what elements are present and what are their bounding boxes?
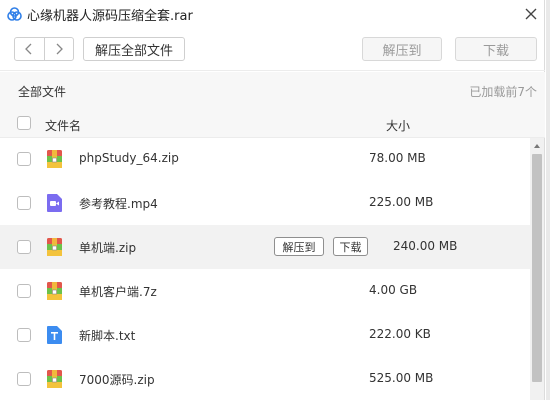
window-edge [546, 0, 550, 400]
window-title: 心缘机器人源码压缩全套.rar [27, 9, 193, 24]
archive-icon [47, 150, 62, 168]
file-name: 单机端.zip [79, 241, 137, 255]
row-extract-to-button[interactable]: 解压到 [274, 237, 324, 256]
column-header-size[interactable]: 大小 [386, 117, 410, 134]
caret-up-icon [534, 144, 540, 148]
table-row[interactable]: 新脚本.txt 222.00 KB [0, 313, 530, 357]
toolbar-divider [0, 70, 545, 71]
table-row[interactable]: 单机端.zip 解压到 下载 240.00 MB [0, 225, 530, 269]
file-name: 7000源码.zip [79, 373, 155, 387]
text-file-icon [47, 326, 62, 344]
scroll-thumb[interactable] [532, 154, 542, 382]
row-checkbox[interactable] [17, 284, 31, 298]
toolbar: 解压全部文件 解压到 下载 [0, 34, 545, 64]
table-header: 文件名 大小 [0, 108, 545, 138]
table-row[interactable]: 单机客户端.7z 4.00 GB [0, 269, 530, 313]
file-list: phpStudy_64.zip 78.00 MB 参考教程.mp4 225.00… [0, 137, 530, 400]
archive-icon [47, 238, 62, 256]
file-size: 240.00 MB [393, 239, 458, 253]
file-size: 525.00 MB [369, 371, 434, 385]
file-name: 新脚本.txt [79, 329, 136, 343]
row-checkbox[interactable] [17, 328, 31, 342]
title-bar: 心缘机器人源码压缩全套.rar [0, 0, 545, 28]
row-checkbox[interactable] [17, 372, 31, 386]
close-icon[interactable] [522, 5, 540, 23]
archive-icon [47, 282, 62, 300]
file-name: 单机客户端.7z [79, 285, 157, 299]
column-header-name[interactable]: 文件名 [45, 117, 81, 134]
file-name: 参考教程.mp4 [79, 197, 158, 211]
navigation-group [14, 37, 74, 61]
file-size: 4.00 GB [369, 283, 418, 297]
archive-window: 心缘机器人源码压缩全套.rar 解压全部文件 解压到 下载 全部文件 已加载前7… [0, 0, 545, 400]
chevron-left-icon [25, 43, 32, 55]
file-size: 78.00 MB [369, 151, 426, 165]
app-logo-icon [7, 7, 22, 21]
row-download-button[interactable]: 下载 [333, 237, 368, 256]
back-button[interactable] [15, 38, 44, 60]
table-row[interactable]: phpStudy_64.zip 78.00 MB [0, 137, 530, 181]
extract-all-button[interactable]: 解压全部文件 [83, 37, 185, 61]
archive-icon [47, 370, 62, 388]
video-icon [47, 194, 62, 212]
download-button[interactable]: 下载 [455, 37, 537, 61]
select-all-checkbox[interactable] [17, 116, 31, 130]
row-checkbox[interactable] [17, 240, 31, 254]
table-row[interactable]: 参考教程.mp4 225.00 MB [0, 181, 530, 225]
forward-button[interactable] [43, 38, 73, 60]
scroll-up-button[interactable] [530, 141, 544, 151]
table-row[interactable]: 7000源码.zip 525.00 MB [0, 357, 530, 400]
vertical-scrollbar[interactable] [530, 138, 544, 400]
file-size: 225.00 MB [369, 195, 434, 209]
summary-bar: 全部文件 已加载前7个 [0, 72, 545, 108]
all-files-label: 全部文件 [18, 85, 67, 99]
file-size: 222.00 KB [369, 327, 431, 341]
chevron-right-icon [56, 43, 63, 55]
row-checkbox[interactable] [17, 152, 31, 166]
file-name: phpStudy_64.zip [79, 151, 179, 165]
row-checkbox[interactable] [17, 196, 31, 210]
extract-to-button[interactable]: 解压到 [362, 37, 442, 61]
loaded-count-label: 已加载前7个 [469, 85, 537, 99]
